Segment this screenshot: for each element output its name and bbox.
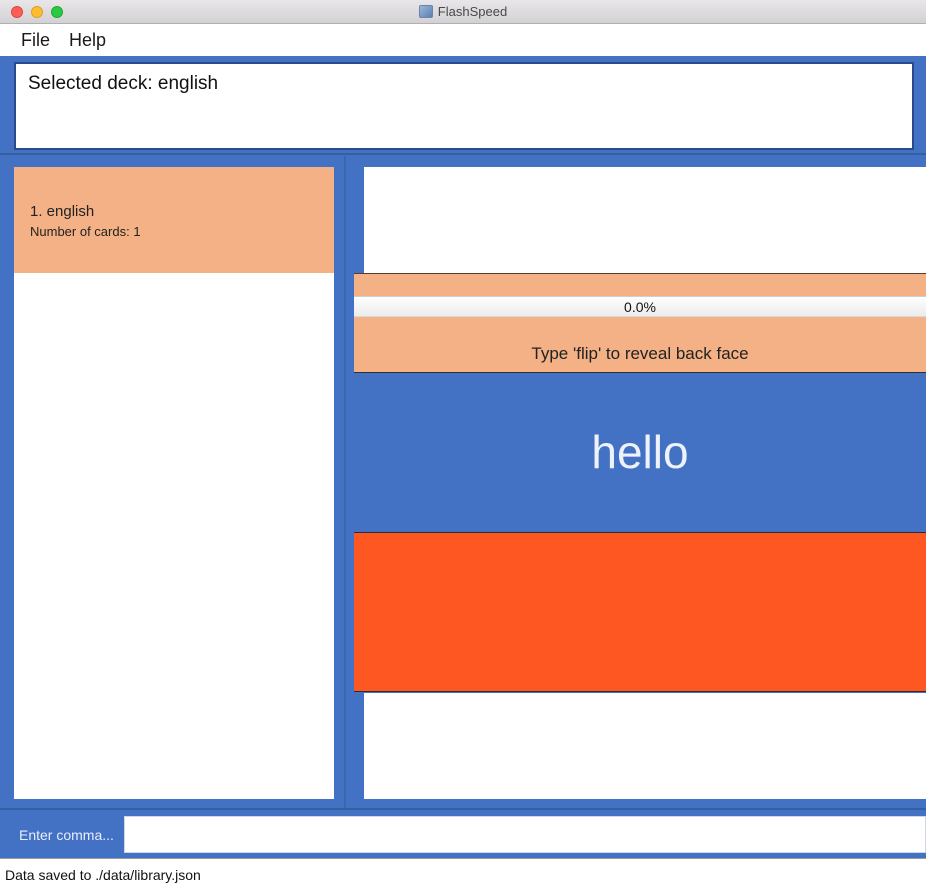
menu-file[interactable]: File bbox=[21, 30, 50, 51]
card-back-face bbox=[354, 533, 926, 692]
deck-list[interactable]: 1. english Number of cards: 1 bbox=[14, 167, 334, 799]
card-panel-top-spacer bbox=[364, 167, 926, 273]
progress-section: 0.0% Type 'flip' to reveal back face bbox=[354, 273, 926, 373]
progress-text: 0.0% bbox=[624, 299, 656, 315]
status-bar: Data saved to ./data/library.json bbox=[0, 858, 926, 890]
command-label: Enter comma... bbox=[19, 827, 114, 843]
card-panel-bottom-spacer bbox=[364, 693, 926, 799]
deck-name: 1. english bbox=[30, 203, 95, 220]
result-text: Selected deck: english bbox=[28, 73, 219, 94]
command-input[interactable] bbox=[124, 816, 926, 853]
split-pane-divider[interactable] bbox=[344, 156, 346, 810]
deck-list-item[interactable]: 1. english Number of cards: 1 bbox=[14, 167, 334, 273]
window-title-wrap: FlashSpeed bbox=[0, 4, 926, 19]
card-front-face: hello bbox=[354, 373, 926, 533]
result-display: Selected deck: english bbox=[14, 62, 914, 150]
progress-bar: 0.0% bbox=[354, 296, 926, 317]
command-divider bbox=[0, 808, 926, 810]
window-titlebar: FlashSpeed bbox=[0, 0, 926, 24]
deck-card-count: Number of cards: 1 bbox=[30, 224, 141, 239]
flip-hint: Type 'flip' to reveal back face bbox=[531, 344, 749, 363]
status-text: Data saved to ./data/library.json bbox=[5, 867, 201, 883]
menu-bar: File Help bbox=[0, 24, 926, 56]
window-title: FlashSpeed bbox=[437, 4, 508, 19]
card-front-text: hello bbox=[591, 426, 689, 478]
app-icon bbox=[418, 5, 433, 18]
menu-help[interactable]: Help bbox=[69, 30, 106, 51]
section-divider bbox=[0, 153, 926, 155]
